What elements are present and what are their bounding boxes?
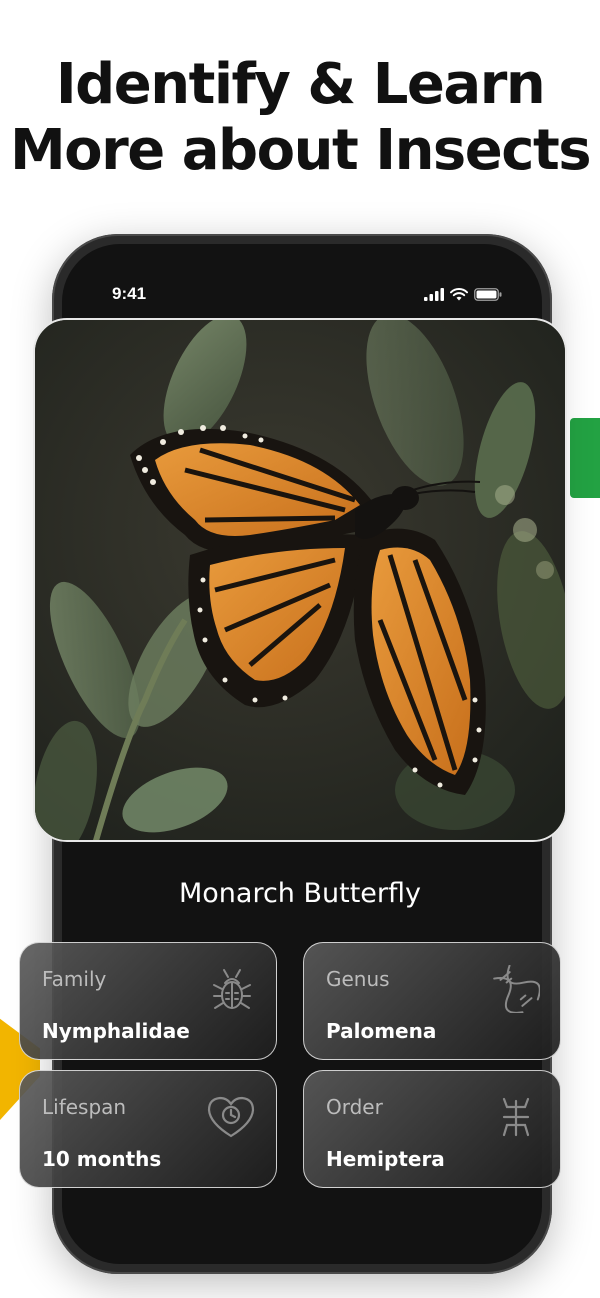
monarch-butterfly-photo xyxy=(35,320,565,840)
info-card-genus[interactable]: Genus Palomena xyxy=(303,942,561,1060)
info-card-value: Hemiptera xyxy=(326,1147,445,1171)
status-time: 9:41 xyxy=(112,284,147,303)
battery-icon xyxy=(474,288,502,301)
info-card-order[interactable]: Order Hemiptera xyxy=(303,1070,561,1188)
wifi-icon xyxy=(450,288,468,301)
info-card-label: Lifespan xyxy=(42,1095,127,1119)
decorative-green-shape xyxy=(570,418,600,498)
info-card-value: Palomena xyxy=(326,1019,437,1043)
heart-clock-icon xyxy=(207,1096,255,1138)
headline-line-1: Identify & Learn xyxy=(55,52,546,117)
status-icons xyxy=(424,288,502,301)
bug-icon xyxy=(213,969,251,1009)
species-name: Monarch Butterfly xyxy=(178,878,422,909)
dna-icon xyxy=(493,965,540,1013)
insect-photo xyxy=(33,318,567,842)
headline: Identify & Learn More about Insects xyxy=(0,52,600,184)
insect-order-icon xyxy=(502,1097,530,1137)
info-card-label: Order xyxy=(326,1095,383,1119)
signal-icon xyxy=(424,288,444,301)
info-card-value: Nymphalidae xyxy=(42,1019,190,1043)
info-card-label: Genus xyxy=(326,967,390,991)
info-card-value: 10 months xyxy=(42,1147,162,1171)
headline-line-2: More about Insects xyxy=(9,118,592,183)
info-card-label: Family xyxy=(42,967,107,991)
info-card-family[interactable]: Family Nymphalidae xyxy=(19,942,277,1060)
info-card-lifespan[interactable]: Lifespan 10 months xyxy=(19,1070,277,1188)
